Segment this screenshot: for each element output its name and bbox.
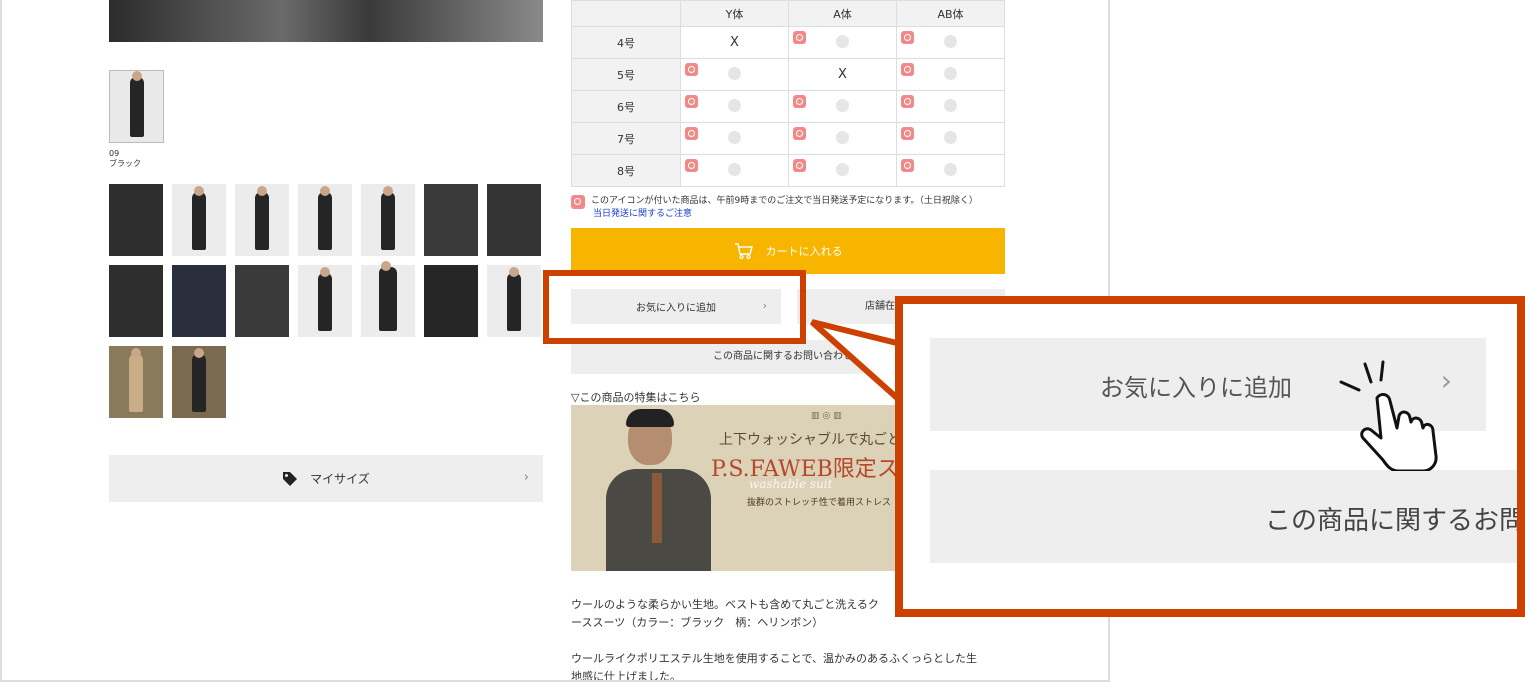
zoom-callout: お気に入りに追加 › この商品に関するお問 — [895, 296, 1525, 617]
highlight-box — [543, 270, 806, 344]
zoomed-favorites-label: お気に入りに追加 — [1100, 374, 1292, 402]
pointing-hand-icon — [1339, 360, 1438, 471]
zoomed-inquiry-label: この商品に関するお問 — [1265, 506, 1525, 536]
zoomed-inquiry-button: この商品に関するお問 — [930, 470, 1525, 563]
